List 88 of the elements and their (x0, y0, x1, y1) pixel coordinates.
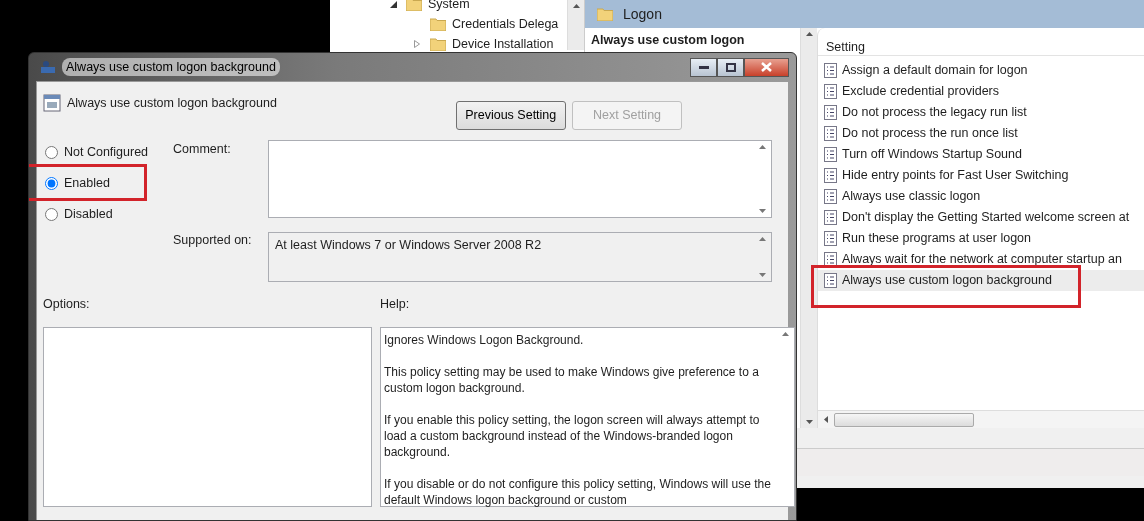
radio-label: Disabled (64, 205, 113, 223)
tree-item[interactable]: Credentials Delega (390, 14, 567, 34)
settings-row[interactable]: Always use custom logon background (818, 270, 1144, 291)
setting-label: Do not process the legacy run list (842, 104, 1027, 122)
help-label: Help: (380, 296, 411, 313)
setting-label: Don't display the Getting Started welcome screen at (842, 209, 1130, 227)
setting-icon (824, 126, 837, 141)
supported-on-value: At least Windows 7 or Windows Server 2008 R2 (275, 238, 542, 252)
expanded-icon[interactable] (390, 0, 397, 8)
setting-label: Always use custom logon background (842, 272, 1052, 290)
setting-icon (824, 168, 837, 183)
scroll-left-icon[interactable] (824, 416, 828, 423)
setting-label: Always use classic logon (842, 188, 981, 206)
setting-icon (824, 273, 837, 288)
folder-title: Logon (623, 4, 662, 24)
scrollbar[interactable] (800, 28, 817, 428)
scrollbar[interactable] (567, 0, 584, 50)
options-label: Options: (43, 296, 91, 313)
radio-label: Not Configured (64, 143, 149, 161)
comment-label: Comment: (173, 141, 232, 158)
scroll-up-icon[interactable] (759, 145, 766, 149)
settings-row[interactable]: Don't display the Getting Started welcome screen at (818, 207, 1144, 228)
radio-button[interactable] (45, 176, 58, 190)
scroll-up-icon[interactable] (782, 332, 789, 336)
radio-label: Enabled (64, 174, 110, 192)
settings-row[interactable]: Always use classic logon (818, 186, 1144, 207)
collapsed-icon[interactable] (414, 40, 420, 48)
horizontal-scrollbar[interactable] (818, 410, 1144, 428)
scroll-down-icon[interactable] (805, 420, 813, 424)
setting-label: Run these programs at user logon (842, 230, 1031, 248)
tree-label: Device Installation (452, 35, 554, 53)
maximize-icon (725, 62, 736, 72)
folder-icon (597, 7, 613, 21)
comment-field[interactable] (268, 140, 772, 218)
setting-heading: Always use custom logon background (67, 95, 278, 112)
settings-row[interactable]: Exclude credential providers (818, 81, 1144, 102)
window-title: Always use custom logon background (62, 57, 280, 77)
setting-label: Always wait for the network at computer startup an (842, 251, 1122, 269)
tree-item[interactable]: Device Installation (390, 34, 567, 54)
folder-icon (406, 0, 422, 11)
radio-button[interactable] (45, 207, 58, 221)
settings-row[interactable]: Hide entry points for Fast User Switching (818, 165, 1144, 186)
column-header[interactable]: Setting (818, 36, 1144, 56)
radio-option[interactable]: Disabled (43, 204, 173, 224)
setting-label: Do not process the run once list (842, 125, 1018, 143)
supported-on-label: Supported on: (173, 232, 253, 249)
close-button[interactable] (744, 57, 789, 77)
settings-row[interactable]: Do not process the legacy run list (818, 102, 1144, 123)
maximize-button[interactable] (717, 57, 744, 77)
policy-icon (43, 94, 61, 112)
scroll-up-icon[interactable] (805, 32, 813, 36)
setting-label: Hide entry points for Fast User Switching (842, 167, 1069, 185)
setting-icon (824, 210, 837, 225)
minimize-button[interactable] (690, 57, 717, 77)
setting-icon (824, 189, 837, 204)
settings-row[interactable]: Run these programs at user logon (818, 228, 1144, 249)
app-icon (40, 59, 56, 75)
scroll-down-icon[interactable] (759, 273, 766, 277)
settings-row[interactable]: Do not process the run once list (818, 123, 1144, 144)
setting-label: Assign a default domain for logon (842, 62, 1028, 80)
setting-icon (824, 84, 837, 99)
previous-button[interactable]: Previous Setting (455, 101, 566, 130)
minimize-icon (698, 65, 709, 69)
scroll-thumb[interactable] (834, 412, 974, 427)
setting-icon (824, 252, 837, 267)
settings-row[interactable]: Assign a default domain for logon (818, 60, 1144, 81)
detail-title: Always use custom logon (591, 33, 745, 47)
help-paragraph: If you enable this policy setting, the logon screen will always attempt to load a custom background instead of the Windows-branded logon background. (384, 412, 761, 460)
folder-icon (430, 17, 446, 31)
radio-option[interactable]: Enabled (43, 173, 173, 193)
scroll-up-icon[interactable] (572, 4, 580, 8)
help-paragraph: This policy setting may be used to make Windows give preference to a custom logon background. (384, 364, 760, 396)
setting-icon (824, 105, 837, 120)
setting-label: Turn off Windows Startup Sound (842, 146, 1022, 164)
radio-button[interactable] (45, 145, 58, 159)
scroll-up-icon[interactable] (759, 237, 766, 241)
help-paragraph: Ignores Windows Logon Background. (384, 332, 585, 348)
scroll-down-icon[interactable] (759, 209, 766, 213)
tree-label: Credentials Delega (452, 15, 559, 33)
setting-icon (824, 63, 837, 78)
close-icon (761, 62, 772, 72)
setting-icon (824, 231, 837, 246)
setting-icon (824, 147, 837, 162)
setting-label: Exclude credential providers (842, 83, 1000, 101)
settings-row[interactable]: Always wait for the network at computer startup an (818, 249, 1144, 270)
help-paragraph: If you disable or do not configure this policy setting, Windows will use the default Windows logon background or custom (384, 476, 772, 508)
radio-option[interactable]: Not Configured (43, 142, 173, 162)
settings-row[interactable]: Turn off Windows Startup Sound (818, 144, 1144, 165)
